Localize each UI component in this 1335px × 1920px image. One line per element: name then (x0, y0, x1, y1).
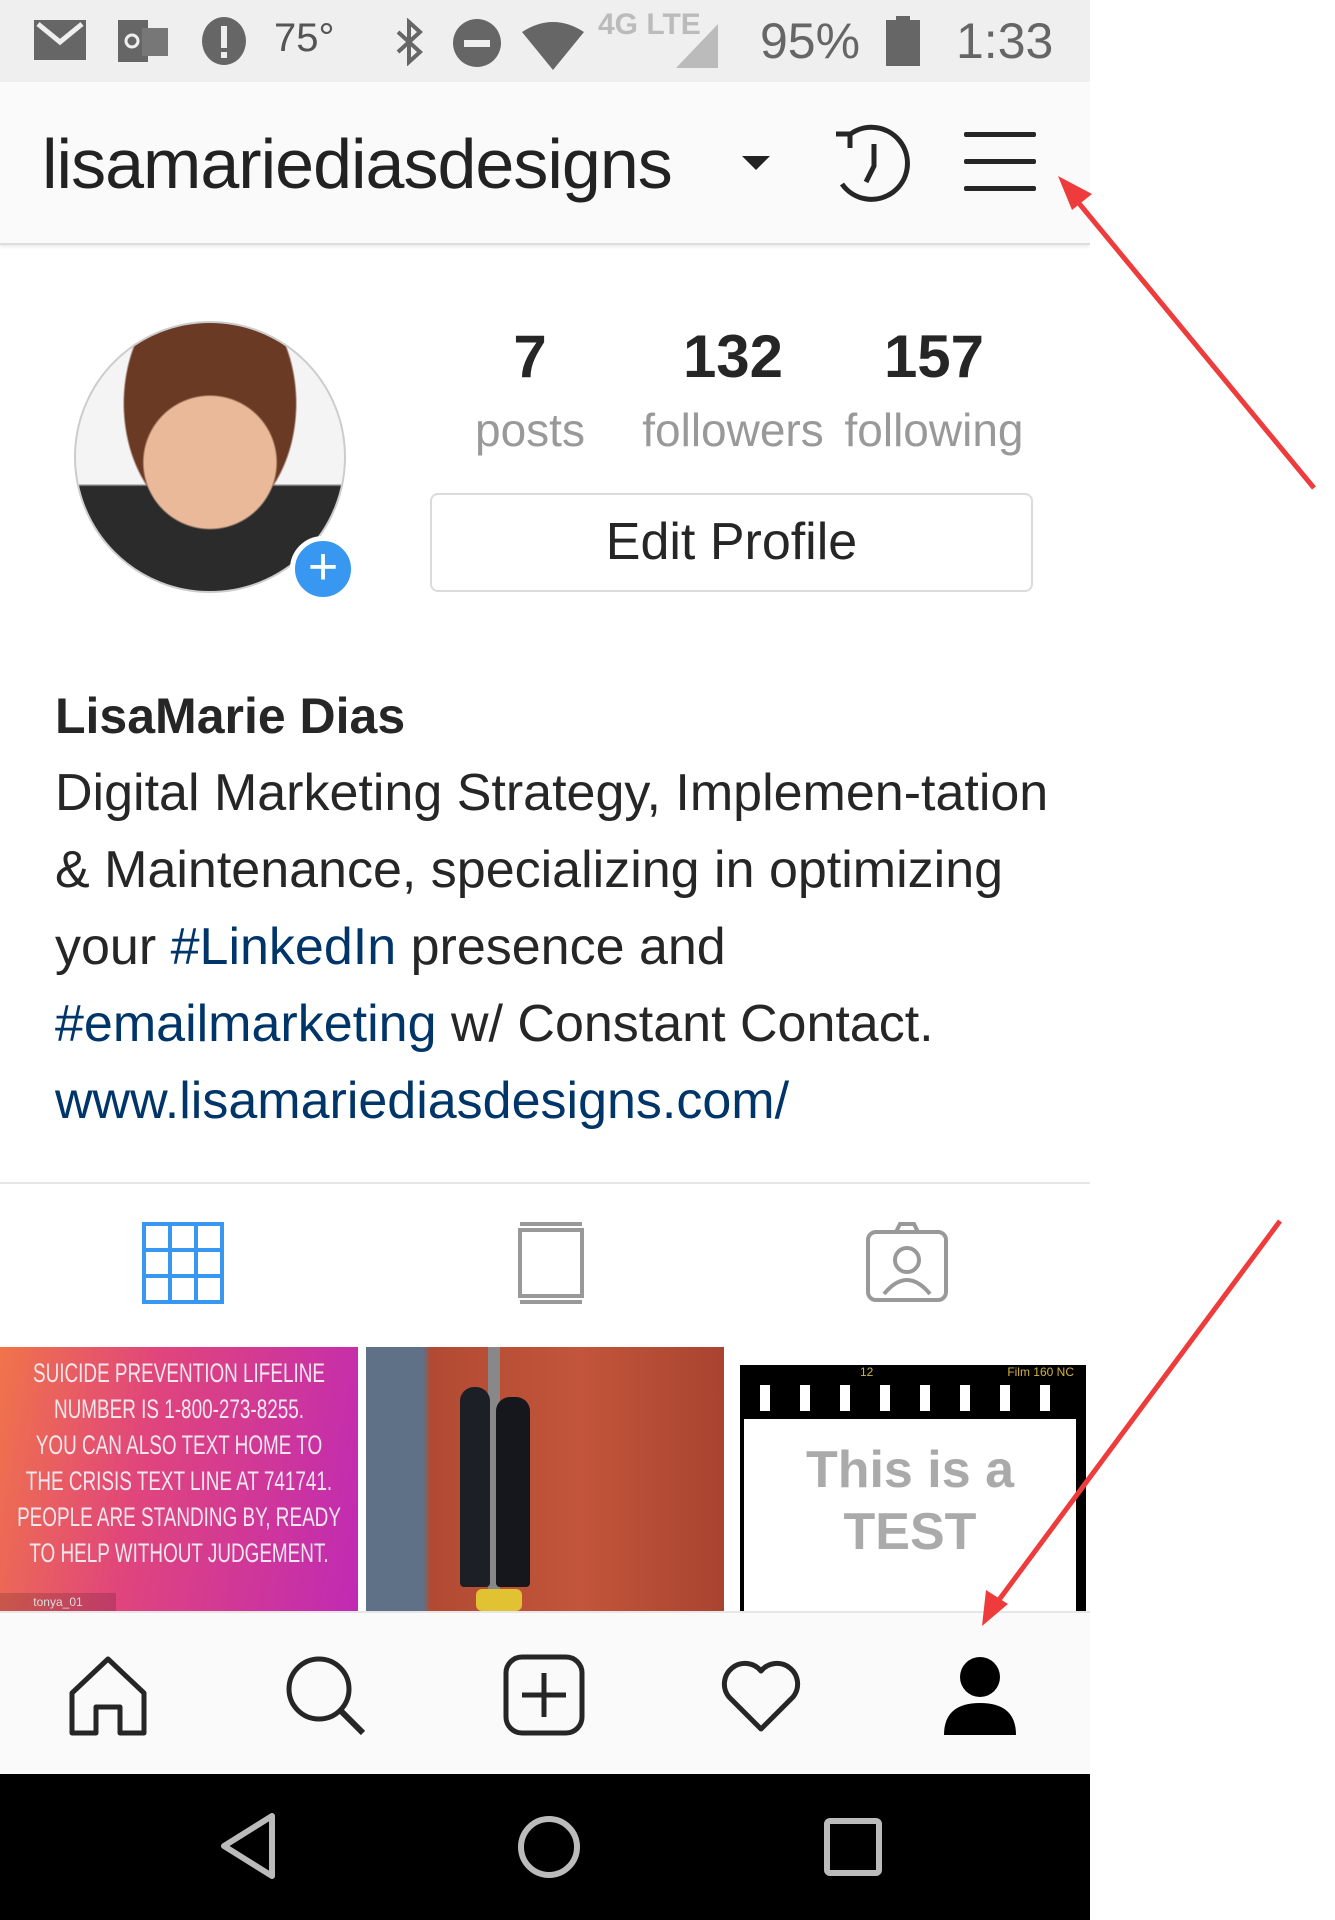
clock: 1:33 (956, 13, 1054, 69)
following-label: following (844, 404, 1024, 456)
temperature: 75° (274, 16, 335, 60)
battery-percent: 95% (760, 13, 861, 69)
post-text: THE CRISIS TEXT LINE AT 741741. (25, 1466, 333, 1496)
stat-posts[interactable]: 7 posts (430, 322, 630, 457)
profile-icon[interactable] (938, 1653, 1022, 1737)
post-credit: tonya_01 (0, 1593, 116, 1611)
feed-icon[interactable] (510, 1222, 592, 1304)
alert-icon (202, 17, 246, 65)
tagged-icon[interactable] (866, 1222, 948, 1304)
bio-text: w/ Constant Contact. (436, 995, 934, 1053)
android-navigation-bar (0, 1774, 1090, 1920)
yellow-base (476, 1589, 522, 1611)
history-icon[interactable] (828, 122, 914, 208)
film-label: Film 160 NC (1007, 1365, 1074, 1379)
post-text: YOU CAN ALSO TEXT HOME TO (35, 1430, 323, 1460)
dropdown-caret-icon[interactable] (742, 156, 770, 170)
bluetooth-icon (396, 18, 423, 66)
home-circle-icon[interactable] (516, 1814, 582, 1880)
grid-icon[interactable] (142, 1222, 224, 1304)
divider (0, 1182, 1090, 1184)
film-frame: 12 Film 160 NC This is a TEST (740, 1365, 1086, 1629)
film-window: This is a TEST (744, 1419, 1076, 1629)
profile-header: lisamariediasdesigns (0, 82, 1090, 245)
stat-followers[interactable]: 132 followers (633, 322, 833, 457)
post-text: PEOPLE ARE STANDING BY, READY (17, 1502, 341, 1532)
new-post-icon[interactable] (502, 1653, 586, 1737)
status-bar: 75° 4G LTE 95% 1:33 (0, 0, 1090, 82)
home-icon[interactable] (66, 1653, 150, 1737)
instagram-profile-screen: 75° 4G LTE 95% 1:33 lisamariediasdesigns… (0, 0, 1090, 1920)
signal-icon (676, 24, 718, 68)
post-text: TO HELP WITHOUT JUDGEMENT. (29, 1538, 329, 1568)
frame-number: 12 (860, 1365, 874, 1379)
bottom-navigation (0, 1611, 1090, 1774)
hamburger-menu-icon[interactable] (964, 130, 1036, 194)
bio-text: presence and (396, 918, 726, 976)
post-thumbnail[interactable]: 12 Film 160 NC This is a TEST (732, 1347, 1090, 1629)
hashtag-linkedin[interactable]: #LinkedIn (171, 918, 397, 976)
followers-label: followers (642, 404, 824, 456)
add-story-plus-icon[interactable]: + (290, 536, 356, 602)
do-not-disturb-icon (453, 19, 501, 67)
posts-count: 7 (513, 323, 547, 390)
posts-label: posts (475, 404, 585, 456)
profile-bio: LisaMarie Dias Digital Marketing Strateg… (55, 685, 1055, 1140)
wifi-icon (522, 22, 584, 70)
battery-icon (886, 16, 920, 66)
following-count: 157 (883, 323, 985, 390)
recents-icon[interactable] (824, 1818, 882, 1876)
website-link[interactable]: www.lisamariediasdesigns.com/ (55, 1072, 789, 1130)
hashtag-emailmarketing[interactable]: #emailmarketing (55, 995, 437, 1053)
back-icon[interactable] (218, 1812, 278, 1880)
followers-count: 132 (682, 323, 784, 390)
person-figure (496, 1397, 530, 1587)
search-icon[interactable] (283, 1653, 367, 1737)
edit-profile-button[interactable]: Edit Profile (430, 493, 1033, 592)
activity-heart-icon[interactable] (719, 1653, 803, 1737)
post-text: NUMBER IS 1-800-273-8255. (53, 1394, 305, 1424)
post-thumbnail[interactable] (366, 1347, 724, 1611)
gmail-icon (34, 20, 86, 60)
test-text: TEST (843, 1503, 977, 1561)
post-thumbnail[interactable]: SUICIDE PREVENTION LIFELINE NUMBER IS 1-… (0, 1347, 358, 1611)
arrow-to-menu (1058, 176, 1316, 490)
username-switcher[interactable]: lisamariediasdesigns (42, 124, 673, 204)
outlook-icon (118, 20, 168, 62)
film-sprockets (748, 1385, 1078, 1411)
post-text: SUICIDE PREVENTION LIFELINE (33, 1358, 325, 1388)
display-name: LisaMarie Dias (55, 688, 406, 744)
person-figure (460, 1387, 490, 1587)
test-text: This is a (805, 1441, 1015, 1499)
stat-following[interactable]: 157 following (834, 322, 1034, 457)
